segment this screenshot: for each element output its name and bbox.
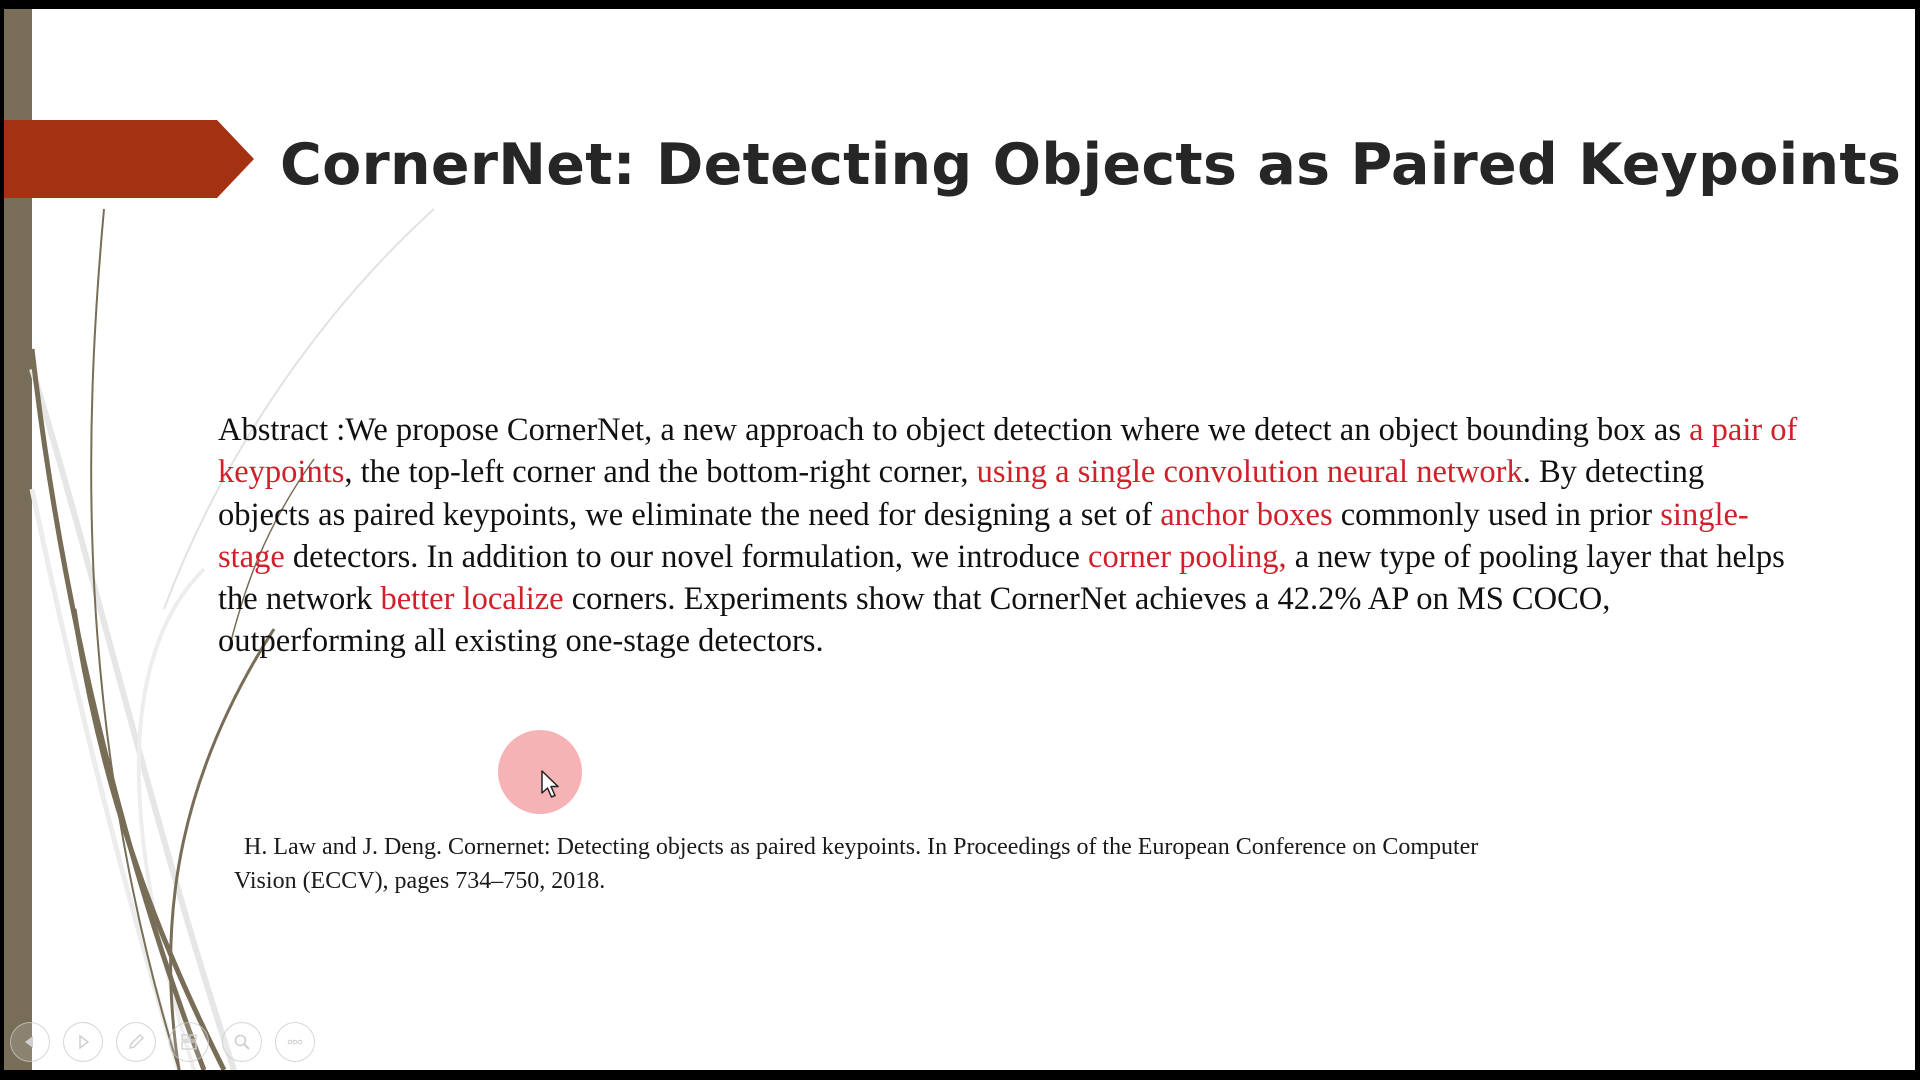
- previous-slide-button[interactable]: [10, 1022, 50, 1062]
- decor-curve: [71, 608, 227, 1070]
- abstract-text: commonly used in prior: [1332, 496, 1661, 533]
- abstract-text: detectors. In addition to our novel form…: [284, 538, 1089, 575]
- citation-reference: H. Law and J. Deng. Cornernet: Detecting…: [234, 830, 1734, 898]
- abstract-text: , the top-left corner and the bottom-rig…: [344, 454, 977, 491]
- slideshow-toolbar: [4, 1022, 334, 1066]
- pen-tool-button[interactable]: [116, 1022, 156, 1062]
- title-arrow-shape: [4, 120, 254, 198]
- decor-curve: [90, 208, 180, 1070]
- mouse-pointer-icon: [541, 770, 559, 798]
- more-options-button[interactable]: [275, 1022, 315, 1062]
- play-icon: [79, 1034, 90, 1050]
- next-slide-button[interactable]: [63, 1022, 103, 1062]
- citation-line-1: H. Law and J. Deng. Cornernet: Detecting…: [244, 834, 1479, 860]
- zoom-button[interactable]: [222, 1022, 262, 1062]
- highlighted-phrase: corner pooling,: [1088, 538, 1287, 575]
- decor-curve: [29, 488, 182, 1070]
- see-all-slides-button[interactable]: [169, 1022, 209, 1062]
- citation-line-2: Vision (ECCV), pages 734–750, 2018.: [234, 868, 606, 894]
- highlighted-phrase: better localize: [380, 581, 564, 618]
- ellipsis-icon: [287, 1039, 303, 1045]
- abstract-paragraph: Abstract :We propose CornerNet, a new ap…: [218, 409, 1798, 663]
- decor-curve: [29, 368, 237, 1070]
- slides-grid-icon: [181, 1034, 197, 1050]
- decor-curve: [136, 567, 206, 1070]
- magnifier-icon: [234, 1034, 250, 1050]
- chevron-left-icon: [25, 1036, 33, 1048]
- decor-curve: [29, 348, 207, 1070]
- presentation-slide: CornerNet: Detecting Objects as Paired K…: [4, 9, 1915, 1070]
- slide-title: CornerNet: Detecting Objects as Paired K…: [280, 132, 1902, 198]
- highlighted-phrase: anchor boxes: [1160, 496, 1333, 533]
- abstract-text: Abstract :We propose CornerNet, a new ap…: [218, 412, 1690, 448]
- pen-icon: [129, 1034, 144, 1049]
- highlighted-phrase: using a single convolution neural networ…: [976, 454, 1523, 491]
